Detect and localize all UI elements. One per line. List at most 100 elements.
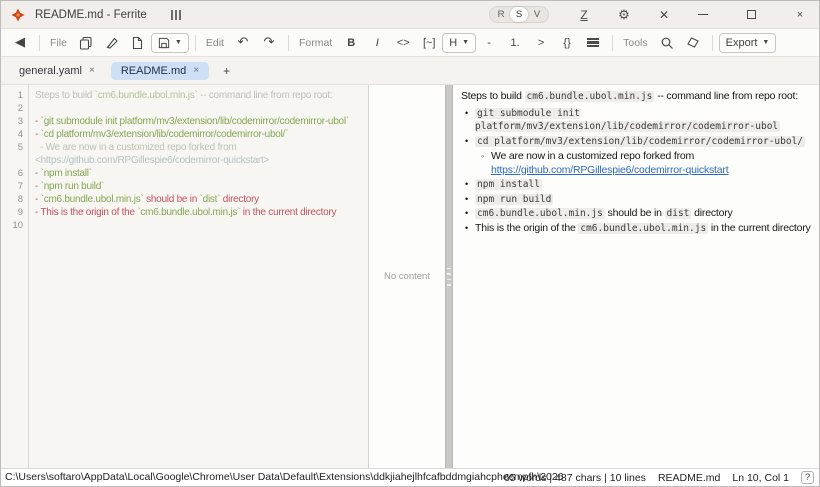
search-icon[interactable] xyxy=(659,33,675,53)
tab-bar: general.yaml× README.md × + xyxy=(1,57,819,85)
main-area: 1Steps to build `cm6.bundle.ubol.min.js`… xyxy=(1,85,819,468)
list-item: git submodule init platform/mv3/extensio… xyxy=(475,107,811,134)
caret-down-icon: ▼ xyxy=(175,39,182,46)
editor-line[interactable]: 3- `git submodule init platform/mv3/exte… xyxy=(1,115,368,128)
panels-icon[interactable] xyxy=(171,10,181,20)
line-number: 10 xyxy=(1,219,29,232)
list-item: npm install xyxy=(475,178,811,192)
export-dropdown[interactable]: Export ▼ xyxy=(719,33,777,53)
mode-view[interactable]: V xyxy=(528,7,546,22)
line-number: 9 xyxy=(1,206,29,219)
clear-formatting-icon[interactable] xyxy=(685,33,701,53)
line-text xyxy=(29,102,368,115)
inline-code: cm6.bundle.ubol.min.js xyxy=(475,208,605,219)
quote-button[interactable]: > xyxy=(533,33,549,53)
mode-raw[interactable]: R xyxy=(492,7,510,22)
line-text: - `npm run build` xyxy=(29,180,368,193)
window-title: README.md - Ferrite xyxy=(35,9,147,21)
hyperlink[interactable]: https://github.com/RPGillespie6/codemirr… xyxy=(491,164,728,176)
inline-code: dist xyxy=(665,208,692,219)
line-text: - `cd platform/mv3/extension/lib/codemir… xyxy=(29,128,368,141)
mode-split[interactable]: S xyxy=(510,7,528,22)
line-text: - `cm6.bundle.ubol.min.js` should be in … xyxy=(29,193,368,206)
tab-list: general.yaml× README.md × xyxy=(9,62,215,80)
secondary-pane: No content xyxy=(369,85,445,468)
titlebar: README.md - Ferrite R S V Z ⚙ ✕ × xyxy=(1,1,819,29)
line-number: 3 xyxy=(1,115,29,128)
inline-code: git submodule init platform/mv3/extensio… xyxy=(475,108,780,133)
link-button[interactable]: [~] xyxy=(421,33,437,53)
new-tab-button[interactable]: + xyxy=(215,64,238,78)
tab-close-icon[interactable]: × xyxy=(193,65,199,76)
tab-readme-md[interactable]: README.md × xyxy=(111,62,209,80)
preview-text: Steps to build xyxy=(461,90,525,102)
bullet-list-button[interactable]: - xyxy=(481,33,497,53)
preview-text: We are now in a customized repo forked f… xyxy=(491,150,694,162)
editor-line[interactable]: 5 - We are now in a customized repo fork… xyxy=(1,141,368,167)
editor-line[interactable]: 9- This is the origin of the `cm6.bundle… xyxy=(1,206,368,219)
editor-line[interactable]: 6- `npm install` xyxy=(1,167,368,180)
preview-text: in the current directory xyxy=(708,222,810,234)
list-item: This is the origin of the cm6.bundle.ubo… xyxy=(475,222,811,236)
numbered-list-button[interactable]: 1. xyxy=(507,33,523,53)
help-button[interactable]: ? xyxy=(801,471,814,484)
editor-line[interactable]: 2 xyxy=(1,102,368,115)
caret-down-icon: ▼ xyxy=(762,39,769,46)
line-text: - This is the origin of the `cm6.bundle.… xyxy=(29,206,368,219)
redo-icon[interactable]: ↷ xyxy=(261,33,277,53)
list-item: cd platform/mv3/extension/lib/codemirror… xyxy=(475,135,811,178)
tab-general-yaml[interactable]: general.yaml× xyxy=(9,62,105,80)
close-window-button[interactable]: × xyxy=(793,9,807,21)
editor-line[interactable]: 8- `cm6.bundle.ubol.min.js` should be in… xyxy=(1,193,368,206)
edit-group-label: Edit xyxy=(206,37,224,49)
inline-code-button[interactable]: <> xyxy=(395,33,411,53)
tab-close-icon[interactable]: × xyxy=(89,65,95,76)
italic-button[interactable]: I xyxy=(369,33,385,53)
close-document-icon[interactable]: ✕ xyxy=(657,8,671,22)
editor-line[interactable]: 4- `cd platform/mv3/extension/lib/codemi… xyxy=(1,128,368,141)
back-button[interactable]: ◀ xyxy=(12,33,28,53)
inline-code: npm install xyxy=(475,179,542,190)
save-dropdown[interactable]: ▼ xyxy=(151,33,189,53)
preview-bullet-list: git submodule init platform/mv3/extensio… xyxy=(461,107,811,236)
minimize-button[interactable] xyxy=(697,9,709,21)
document-stats: 65 words | 487 chars | 10 lines xyxy=(504,472,646,484)
maximize-button[interactable] xyxy=(745,9,757,21)
preview-text: directory xyxy=(691,207,732,219)
table-icon[interactable] xyxy=(585,33,601,53)
inline-code: cm6.bundle.ubol.min.js xyxy=(525,91,655,102)
preview-pane: Steps to build cm6.bundle.ubol.min.js --… xyxy=(453,85,819,468)
caret-down-icon: ▼ xyxy=(462,39,469,46)
bold-button[interactable]: B xyxy=(343,33,359,53)
splitter-grip-icon xyxy=(447,264,451,290)
editor-line[interactable]: 7- `npm run build` xyxy=(1,180,368,193)
gear-icon[interactable]: ⚙ xyxy=(617,7,631,23)
duplicate-file-icon[interactable] xyxy=(78,33,94,53)
list-item: We are now in a customized repo forked f… xyxy=(491,150,811,177)
source-editor-pane[interactable]: 1Steps to build `cm6.bundle.ubol.min.js`… xyxy=(1,85,369,468)
file-path: C:\Users\softaro\AppData\Local\Google\Ch… xyxy=(5,471,564,483)
no-content-placeholder: No content xyxy=(384,271,430,282)
edit-file-icon[interactable] xyxy=(104,33,120,53)
line-text: Steps to build `cm6.bundle.ubol.min.js` … xyxy=(29,89,368,102)
zen-mode-button[interactable]: Z xyxy=(577,8,591,22)
list-item: npm run build xyxy=(475,193,811,207)
line-number: 2 xyxy=(1,102,29,115)
toolbar: ◀ File ▼ Edit ↶ ↷ Format xyxy=(1,29,819,57)
undo-icon[interactable]: ↶ xyxy=(235,33,251,53)
line-text xyxy=(29,219,368,232)
pane-splitter[interactable] xyxy=(445,85,453,468)
heading-dropdown[interactable]: H ▼ xyxy=(442,33,476,53)
inline-code: cd platform/mv3/extension/lib/codemirror… xyxy=(475,136,805,147)
new-page-icon[interactable] xyxy=(130,33,146,53)
tab-label: README.md xyxy=(121,65,186,77)
export-dropdown-label: Export xyxy=(726,37,758,49)
line-number: 4 xyxy=(1,128,29,141)
code-block-button[interactable]: {} xyxy=(559,33,575,53)
inline-code: cm6.bundle.ubol.min.js xyxy=(578,223,708,234)
editor-line[interactable]: 1Steps to build `cm6.bundle.ubol.min.js`… xyxy=(1,89,368,102)
view-mode-switch[interactable]: R S V xyxy=(489,6,549,23)
line-number: 7 xyxy=(1,180,29,193)
editor-line[interactable]: 10 xyxy=(1,219,368,232)
line-number: 1 xyxy=(1,89,29,102)
